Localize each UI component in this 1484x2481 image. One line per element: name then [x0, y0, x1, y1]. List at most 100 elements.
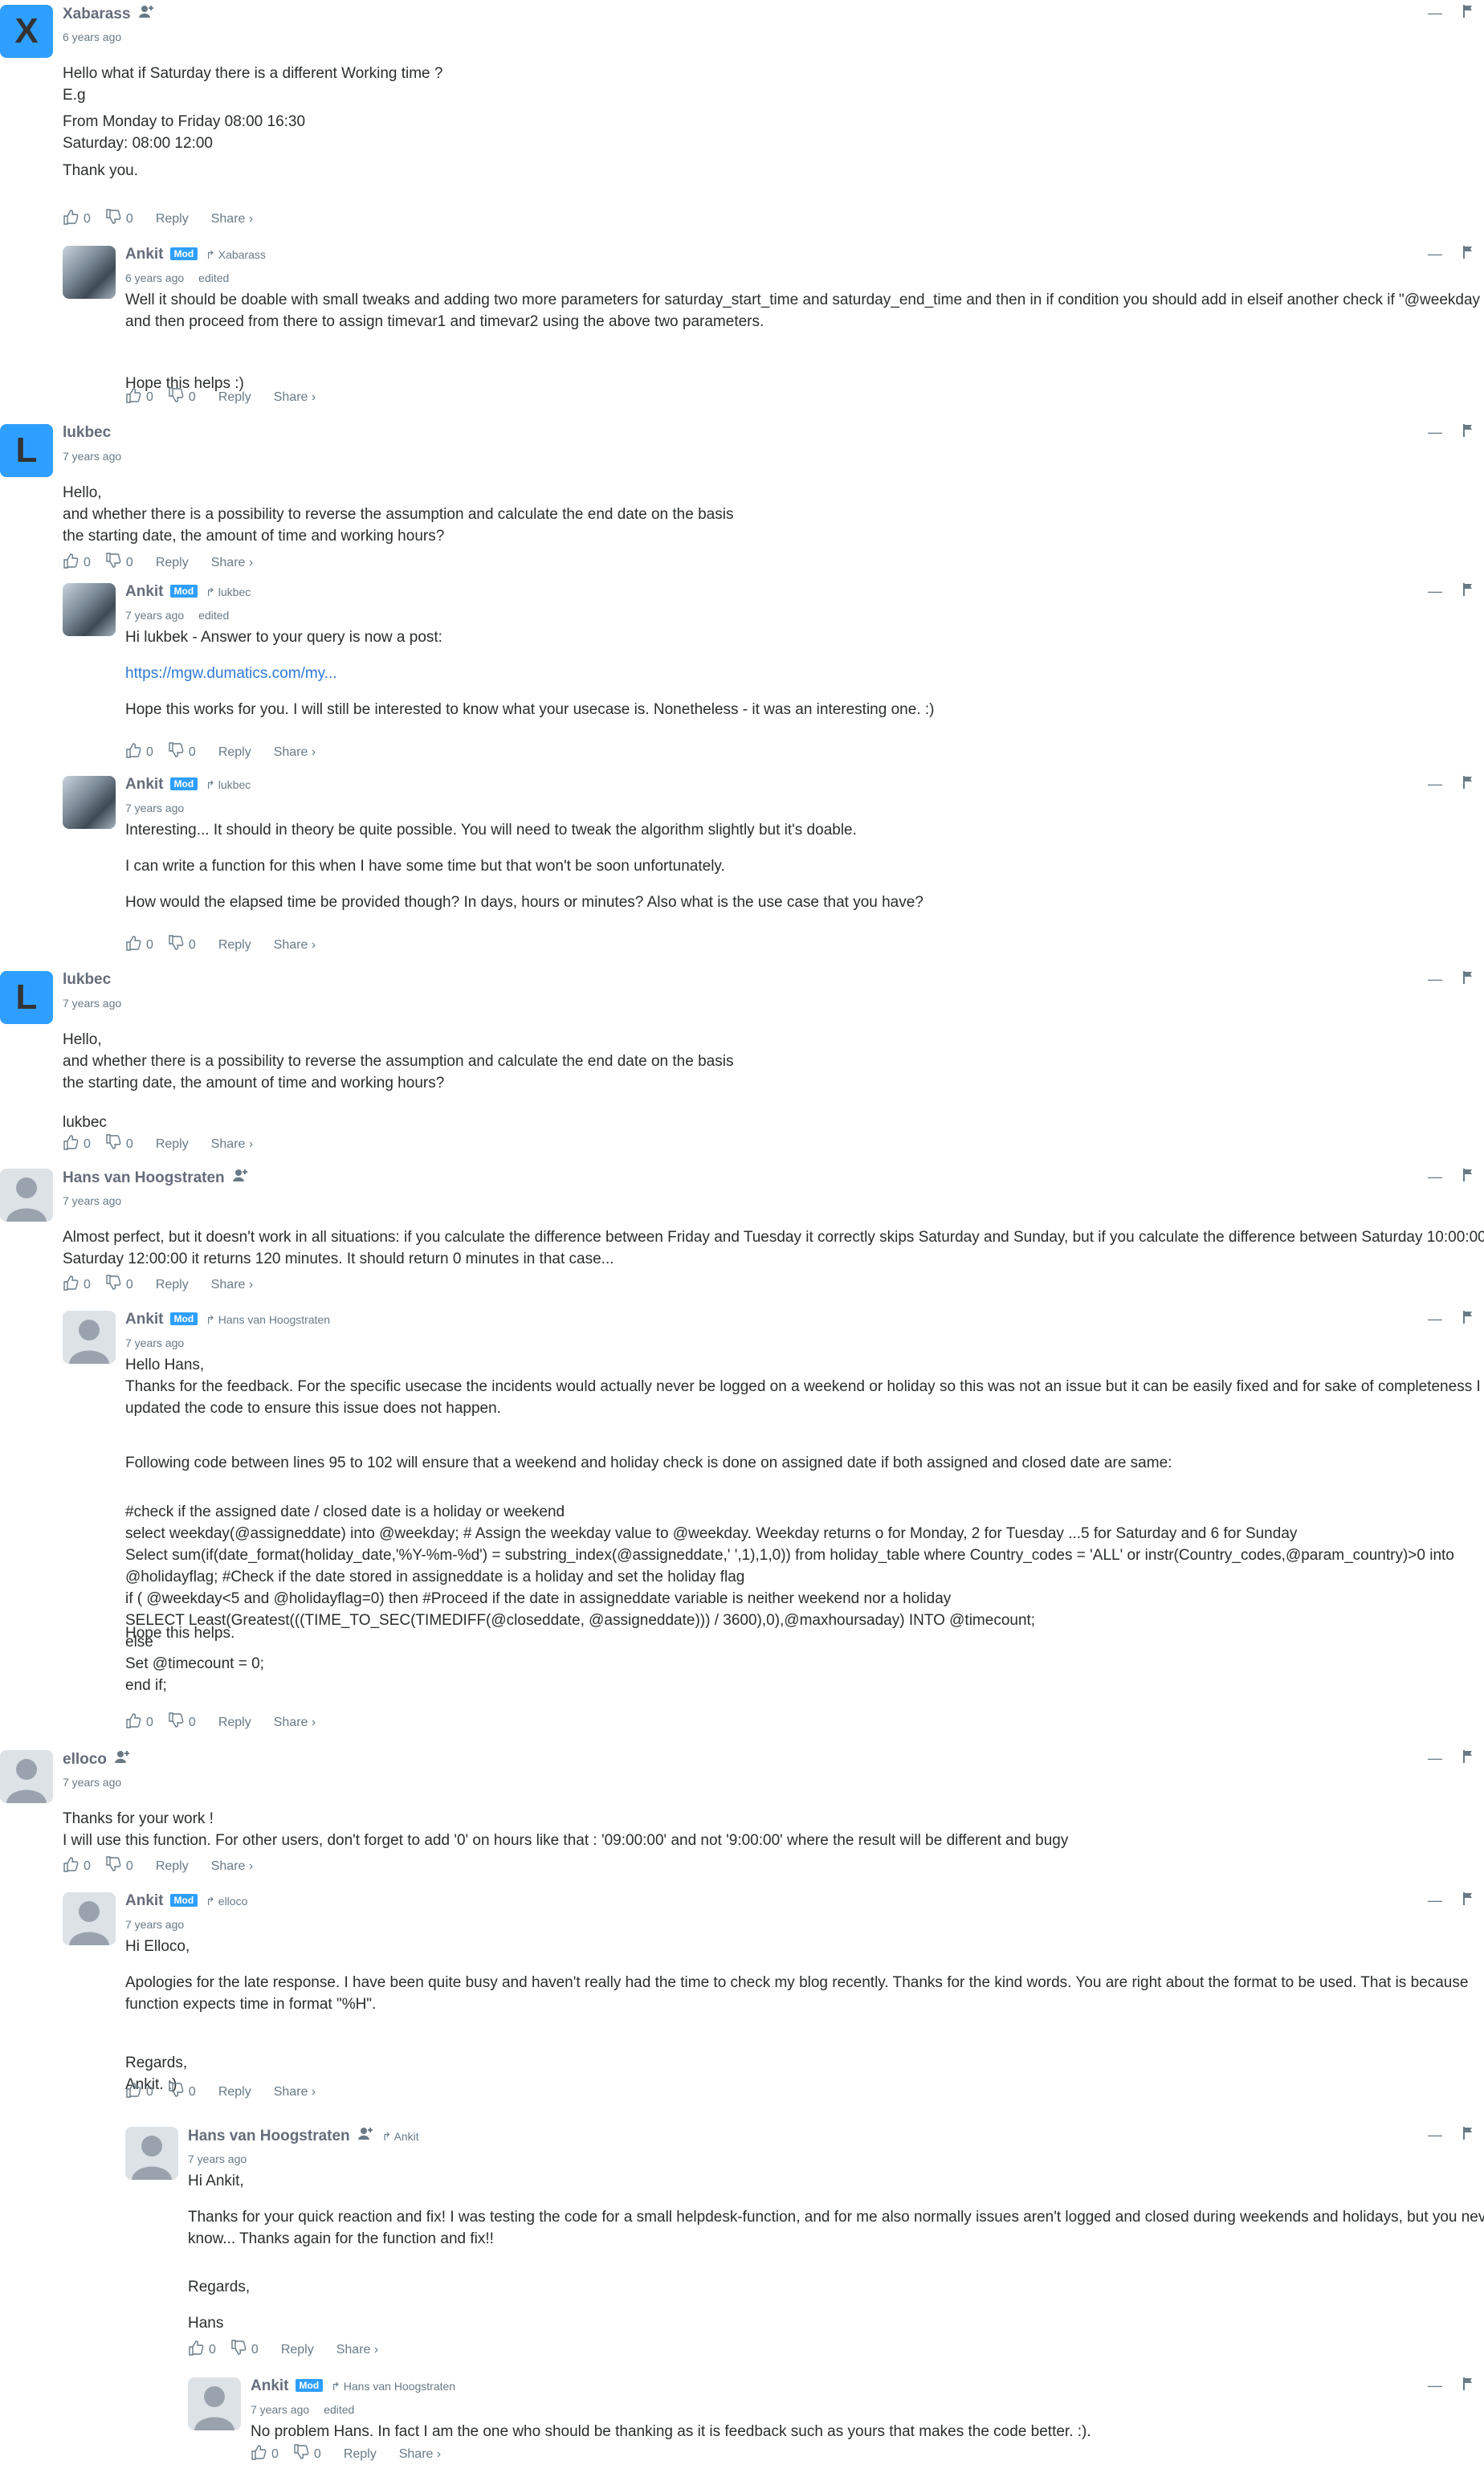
thumbs-up-icon[interactable]	[63, 1856, 79, 1877]
author-name[interactable]: lukbec	[63, 424, 111, 441]
thumbs-down-icon[interactable]	[105, 553, 121, 573]
avatar[interactable]	[188, 2377, 241, 2430]
share-button[interactable]: Share ›	[211, 1859, 253, 1874]
collapse-icon[interactable]: —	[1428, 5, 1442, 22]
reply-to-name[interactable]: Xabarass	[218, 248, 266, 261]
flag-icon[interactable]	[1463, 971, 1473, 988]
timestamp[interactable]: 7 years ago	[188, 2153, 247, 2165]
reply-to[interactable]: ↱ Xabarass	[206, 248, 266, 261]
timestamp[interactable]: 7 years ago	[63, 997, 121, 1010]
avatar[interactable]	[63, 776, 116, 829]
flag-icon[interactable]	[1463, 1750, 1473, 1767]
avatar[interactable]	[63, 583, 116, 636]
reply-to[interactable]: ↱ lukbec	[206, 778, 251, 791]
reply-button[interactable]: Reply	[218, 938, 251, 953]
reply-to-name[interactable]: Ankit	[394, 2130, 419, 2143]
reply-to-name[interactable]: elloco	[218, 1895, 248, 1908]
share-button[interactable]: Share ›	[211, 212, 253, 226]
collapse-icon[interactable]: —	[1428, 1169, 1442, 1185]
timestamp[interactable]: 7 years ago	[251, 2403, 309, 2416]
thumbs-up-icon[interactable]	[125, 2082, 141, 2103]
reply-button[interactable]: Reply	[156, 1137, 189, 1152]
thumbs-down-icon[interactable]	[230, 2340, 247, 2361]
collapse-icon[interactable]: —	[1428, 246, 1442, 263]
timestamp[interactable]: 7 years ago	[125, 1336, 184, 1349]
author-name[interactable]: Xabarass	[63, 6, 131, 22]
reply-to[interactable]: ↱ Hans van Hoogstraten	[206, 1313, 330, 1326]
share-button[interactable]: Share ›	[211, 556, 253, 570]
author-name[interactable]: Ankit	[125, 246, 164, 263]
avatar[interactable]: L	[0, 424, 53, 477]
flag-icon[interactable]	[1463, 1169, 1473, 1185]
reply-button[interactable]: Reply	[218, 390, 251, 405]
author-name[interactable]: Ankit	[125, 1311, 164, 1328]
thumbs-down-icon[interactable]	[168, 1712, 184, 1733]
avatar[interactable]: L	[0, 971, 53, 1024]
collapse-icon[interactable]: —	[1428, 1892, 1442, 1909]
thumbs-down-icon[interactable]	[168, 387, 184, 408]
collapse-icon[interactable]: —	[1428, 776, 1442, 793]
reply-to[interactable]: ↱ lukbec	[206, 586, 251, 598]
avatar[interactable]	[63, 1892, 116, 1945]
collapse-icon[interactable]: —	[1428, 1750, 1442, 1767]
avatar[interactable]	[63, 246, 116, 299]
thumbs-down-icon[interactable]	[168, 742, 184, 763]
thumbs-up-icon[interactable]	[63, 553, 79, 573]
reply-button[interactable]: Reply	[344, 2447, 377, 2462]
reply-button[interactable]: Reply	[218, 2085, 251, 2099]
thumbs-down-icon[interactable]	[293, 2444, 309, 2465]
share-button[interactable]: Share ›	[274, 745, 316, 760]
author-name[interactable]: Ankit	[125, 583, 164, 600]
share-button[interactable]: Share ›	[336, 2343, 378, 2357]
collapse-icon[interactable]: —	[1428, 583, 1442, 600]
share-button[interactable]: Share ›	[211, 1278, 253, 1292]
reply-to[interactable]: ↱ Hans van Hoogstraten	[331, 2380, 455, 2393]
share-button[interactable]: Share ›	[399, 2447, 441, 2462]
reply-button[interactable]: Reply	[156, 1278, 189, 1292]
add-user-icon[interactable]	[232, 1169, 249, 1185]
avatar[interactable]	[0, 1750, 53, 1803]
reply-to-name[interactable]: Hans van Hoogstraten	[218, 1313, 330, 1326]
reply-to-name[interactable]: lukbec	[218, 586, 251, 598]
thumbs-up-icon[interactable]	[251, 2444, 267, 2465]
thumbs-up-icon[interactable]	[63, 209, 79, 230]
reply-button[interactable]: Reply	[156, 1859, 189, 1874]
thumbs-down-icon[interactable]	[105, 1856, 121, 1877]
share-button[interactable]: Share ›	[274, 1716, 316, 1730]
reply-to[interactable]: ↱ elloco	[206, 1895, 247, 1908]
reply-button[interactable]: Reply	[218, 1716, 251, 1730]
thumbs-up-icon[interactable]	[188, 2340, 204, 2361]
timestamp[interactable]: 7 years ago	[125, 1918, 184, 1931]
flag-icon[interactable]	[1463, 246, 1473, 263]
thumbs-down-icon[interactable]	[168, 935, 184, 956]
share-button[interactable]: Share ›	[274, 938, 316, 953]
author-name[interactable]: Ankit	[251, 2377, 289, 2394]
add-user-icon[interactable]	[357, 2127, 374, 2143]
thumbs-down-icon[interactable]	[105, 1275, 121, 1296]
flag-icon[interactable]	[1463, 1892, 1473, 1909]
avatar[interactable]	[63, 1311, 116, 1364]
collapse-icon[interactable]: —	[1428, 1311, 1442, 1328]
avatar[interactable]	[0, 1169, 53, 1222]
collapse-icon[interactable]: —	[1428, 2377, 1442, 2394]
comment-link[interactable]: https://mgw.dumatics.com/my...	[125, 663, 337, 684]
thumbs-down-icon[interactable]	[168, 2082, 184, 2103]
author-name[interactable]: Ankit	[125, 776, 164, 793]
flag-icon[interactable]	[1463, 1311, 1473, 1328]
thumbs-up-icon[interactable]	[125, 742, 141, 763]
reply-button[interactable]: Reply	[281, 2343, 314, 2357]
thumbs-down-icon[interactable]	[105, 209, 121, 230]
collapse-icon[interactable]: —	[1428, 2127, 1442, 2144]
flag-icon[interactable]	[1463, 776, 1473, 793]
reply-to[interactable]: ↱ Ankit	[382, 2130, 419, 2143]
flag-icon[interactable]	[1463, 2377, 1473, 2394]
flag-icon[interactable]	[1463, 583, 1473, 600]
avatar[interactable]	[125, 2127, 178, 2180]
timestamp[interactable]: 6 years ago	[63, 31, 121, 43]
thumbs-up-icon[interactable]	[63, 1275, 79, 1296]
flag-icon[interactable]	[1463, 5, 1473, 22]
thumbs-up-icon[interactable]	[125, 1712, 141, 1733]
thumbs-down-icon[interactable]	[105, 1134, 121, 1155]
reply-button[interactable]: Reply	[156, 556, 189, 570]
reply-button[interactable]: Reply	[218, 745, 251, 760]
